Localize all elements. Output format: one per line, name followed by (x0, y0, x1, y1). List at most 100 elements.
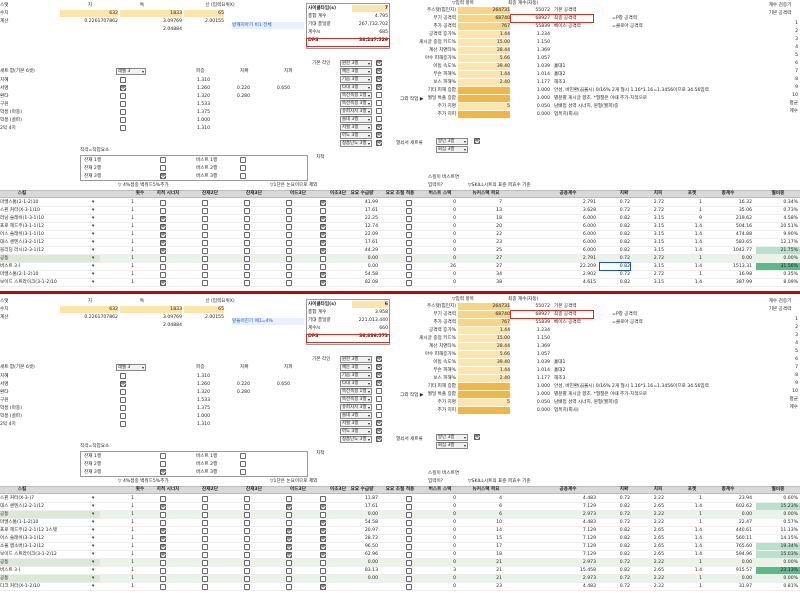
skill-c2-check[interactable] (202, 552, 208, 558)
skill-c1-check[interactable] (160, 528, 166, 534)
engraving-dropdown[interactable]: 예둔 3행 (340, 68, 372, 75)
engraving-dropdown[interactable]: 속전속결 3행 (340, 100, 372, 107)
skill-c3-check[interactable] (244, 552, 250, 558)
skill-dropdown-icon[interactable]: ▾ (92, 223, 98, 230)
skill-name[interactable]: 마엘스톰(2-1-2)10 (0, 199, 100, 206)
skill-c4-check[interactable] (286, 256, 292, 262)
skill-adjust-check[interactable] (406, 536, 412, 542)
engraving-check[interactable] (376, 412, 382, 418)
engraving-dropdown[interactable]: 속전속결 1행 (340, 92, 372, 99)
stat-value-b[interactable]: 1833 (120, 10, 182, 17)
input-value[interactable]: 5.66 (458, 351, 510, 358)
engraving-dropdown[interactable]: 돌대 3행 (340, 116, 372, 123)
skill-c2-check[interactable] (202, 232, 208, 238)
skill-adjust-check[interactable] (406, 560, 412, 566)
skill-count[interactable]: 1 (118, 583, 134, 590)
skill-c5-check[interactable] (320, 264, 326, 270)
skill-adjust-check[interactable] (406, 232, 412, 238)
skill-c3-check[interactable] (244, 280, 250, 286)
skill-c2-check[interactable] (202, 504, 208, 510)
skill-count[interactable]: 1 (118, 255, 134, 262)
skill-c4-check[interactable] (286, 200, 292, 206)
engraving-dropdown[interactable]: 원한 3행 (340, 60, 372, 67)
input-value[interactable] (458, 391, 510, 398)
skill-c3-check[interactable] (244, 528, 250, 534)
skill-c2-check[interactable] (202, 256, 208, 262)
skill-c5-check[interactable] (320, 584, 326, 590)
engraving-dropdown[interactable]: 원한 3행 (340, 356, 372, 363)
skill-name[interactable]: 스핀 커터(X-3-)7 (0, 495, 100, 502)
set-check[interactable] (120, 413, 126, 419)
stat-value-c[interactable]: 65 (184, 10, 224, 17)
skill-c2-check[interactable] (202, 280, 208, 286)
skill-c1-check[interactable] (160, 512, 166, 518)
skill-adjust-check[interactable] (406, 240, 412, 246)
skill-c5-check[interactable] (320, 216, 326, 222)
loot-dropdown-2[interactable]: 회심 3행 (436, 146, 468, 153)
engraving-dropdown[interactable]: 타대 3행 (340, 84, 372, 91)
skill-adjust-check[interactable] (406, 544, 412, 550)
input-value[interactable]: 15.00 (458, 39, 510, 46)
skill-c3-check[interactable] (244, 520, 250, 526)
skill-c5-check[interactable] (320, 504, 326, 510)
skill-count[interactable]: 1 (118, 559, 134, 566)
skill-name[interactable]: 마엘스톰(2-1-2)10 (0, 271, 100, 278)
input-value[interactable]: 39.40 (458, 63, 510, 70)
skill-c5-check[interactable] (320, 576, 326, 582)
skill-c5-check[interactable] (320, 224, 326, 230)
skill-name[interactable]: 마엘스톰(1-1-2)10 (0, 519, 100, 526)
set-check[interactable] (120, 421, 126, 427)
engraving-dropdown[interactable]: 슈퍼차지 3행 (340, 108, 372, 115)
input-value[interactable]: 39.40 (458, 359, 510, 366)
skill-adjust-check[interactable] (406, 576, 412, 582)
skill-c3-check[interactable] (244, 560, 250, 566)
skill-dropdown-icon[interactable]: ▾ (92, 199, 98, 206)
skill-c4-check[interactable] (286, 216, 292, 222)
skill-c3-check[interactable] (244, 496, 250, 502)
engraving-check[interactable] (376, 108, 382, 114)
skill-c5-check[interactable] (320, 248, 326, 254)
engraving-check[interactable] (376, 428, 382, 434)
skill-count[interactable]: 1 (118, 215, 134, 222)
input-value[interactable]: 5.66 (458, 55, 510, 62)
skill-c3-check[interactable] (244, 512, 250, 518)
skill-c5-check[interactable] (320, 200, 326, 206)
scenario-check[interactable] (160, 165, 166, 171)
skill-c3-check[interactable] (244, 208, 250, 214)
skill-c2-check[interactable] (202, 536, 208, 542)
set-check[interactable] (120, 373, 126, 379)
skill-dropdown-icon[interactable]: ▾ (92, 511, 98, 518)
skill-c5-check[interactable] (320, 560, 326, 566)
skill-c3-check[interactable] (244, 576, 250, 582)
input-value[interactable]: 15.00 (458, 335, 510, 342)
skill-c5-check[interactable] (320, 256, 326, 262)
skill-dropdown-icon[interactable]: ▾ (92, 247, 98, 254)
skill-adjust-check[interactable] (406, 248, 412, 254)
buff-check[interactable] (240, 469, 246, 475)
skill-adjust-check[interactable] (406, 272, 412, 278)
skill-name[interactable]: 프로 헤드주(3-1-1)12 (0, 223, 100, 230)
skill-count[interactable]: 1 (118, 263, 134, 270)
engraving-dropdown[interactable]: 슈퍼차지 3행 (340, 404, 372, 411)
skill-count[interactable]: 1 (118, 535, 134, 542)
engraving-check[interactable] (376, 356, 382, 362)
stat-value-b[interactable]: 1833 (120, 306, 182, 313)
skill-c1-check[interactable] (160, 280, 166, 286)
skill-adjust-check[interactable] (406, 264, 412, 270)
input-value[interactable]: 1.44 (458, 327, 510, 334)
engraving-check[interactable] (376, 140, 382, 146)
input-value[interactable]: 767 (458, 23, 510, 30)
skill-c5-check[interactable] (320, 208, 326, 214)
skill-adjust-check[interactable] (406, 216, 412, 222)
engraving-check[interactable] (376, 100, 382, 106)
skill-c5-check[interactable] (320, 528, 326, 534)
skill-name[interactable]: 보이드 스트라이크(3-1-2)10 (0, 279, 100, 286)
skill-name[interactable]: 공동 (0, 559, 100, 566)
loot-dropdown-2[interactable]: 회심 3행 (436, 442, 468, 449)
skill-name[interactable]: 대스 센텐스(3-2-1)12 (0, 239, 100, 246)
set-level-dropdown[interactable]: 레벨 3 (116, 68, 146, 75)
input-value[interactable] (458, 383, 510, 390)
skill-c4-check[interactable] (286, 560, 292, 566)
skill-c5-check[interactable] (320, 512, 326, 518)
skill-c4-check[interactable] (286, 528, 292, 534)
